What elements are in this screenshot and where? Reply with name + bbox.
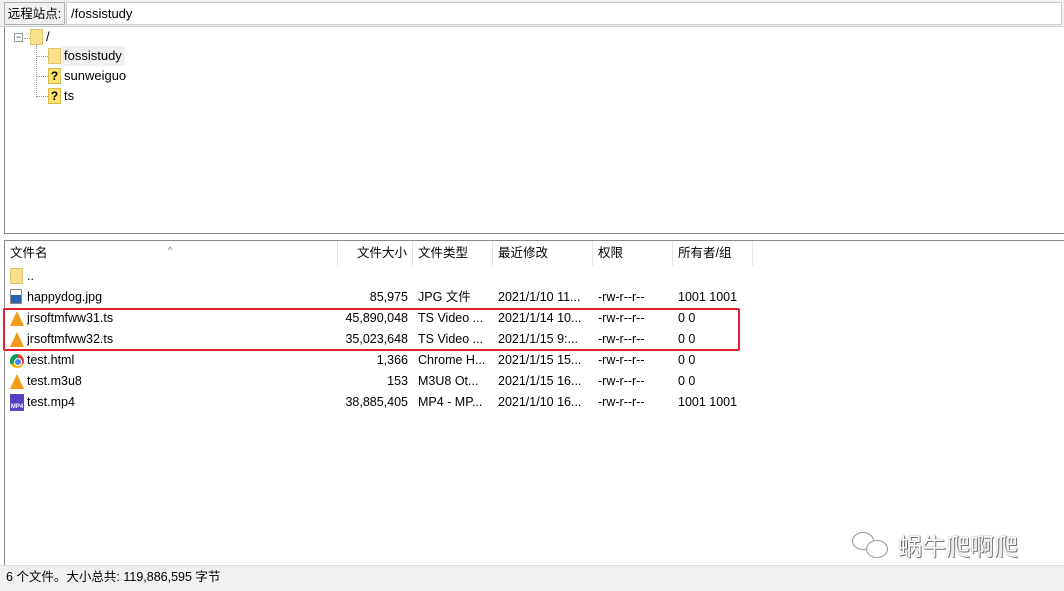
file-type: Chrome H... [418, 353, 486, 367]
column-size[interactable]: 文件大小 [338, 241, 413, 266]
unknown-folder-icon: ? [48, 88, 61, 104]
file-permissions: -rw-r--r-- [598, 290, 645, 304]
tree-node-sunweiguo[interactable]: ? sunweiguo [48, 66, 129, 86]
mp4-icon: MP4 [10, 394, 24, 411]
wechat-icon [852, 531, 890, 558]
watermark: 蜗牛爬啊爬 [852, 527, 1018, 562]
file-modified: 2021/1/15 15... [498, 353, 582, 367]
remote-file-list: 文件名 ^ 文件大小 文件类型 最近修改 权限 所有者/组 .. happydog.… [4, 240, 1064, 565]
folder-icon [30, 29, 43, 45]
unknown-folder-icon: ? [48, 68, 61, 84]
collapse-icon[interactable]: − [14, 33, 23, 42]
file-name: .. [27, 269, 34, 283]
file-permissions: -rw-r--r-- [598, 353, 645, 367]
column-header: 文件名 ^ 文件大小 文件类型 最近修改 权限 所有者/组 [5, 241, 1064, 266]
image-file-icon [10, 289, 22, 304]
file-size: 85,975 [369, 290, 408, 304]
file-name: test.m3u8 [27, 374, 82, 388]
remote-site-label: 远程站点: [4, 2, 65, 25]
file-owner [678, 266, 753, 287]
file-modified: 2021/1/10 16... [498, 395, 582, 409]
file-name: test.html [27, 353, 75, 367]
file-name: happydog.jpg [27, 290, 103, 304]
file-modified: 2021/1/15 16... [498, 374, 582, 388]
remote-directory-tree: − / fossistudy ? sunweiguo ? ts [4, 27, 1064, 234]
file-owner: 1001 1001 [678, 290, 738, 304]
file-permissions: -rw-r--r-- [598, 395, 645, 409]
folder-icon [10, 268, 23, 284]
highlight-box [3, 308, 740, 351]
column-type[interactable]: 文件类型 [413, 241, 493, 266]
file-modified [498, 266, 593, 287]
file-row[interactable]: happydog.jpg 85,975 JPG 文件 2021/1/10 11... -… [5, 287, 1005, 308]
column-name[interactable]: 文件名 ^ [5, 241, 338, 266]
file-permissions [598, 266, 673, 287]
tree-node-fossistudy[interactable]: fossistudy [48, 46, 125, 66]
file-size: 153 [387, 374, 408, 388]
file-row[interactable]: MP4 test.mp4 38,885,405 MP4 - MP... 2021/1/1… [5, 392, 1005, 413]
address-bar: 远程站点: /fossistudy [0, 0, 1064, 27]
column-modified[interactable]: 最近修改 [493, 241, 593, 266]
file-name: test.mp4 [27, 395, 75, 409]
vlc-icon [10, 373, 24, 390]
file-type: MP4 - MP... [418, 395, 483, 409]
sort-ascending-icon: ^ [168, 245, 173, 255]
file-type: JPG 文件 [418, 290, 471, 304]
column-owner[interactable]: 所有者/组 [673, 241, 753, 266]
file-type [418, 266, 493, 287]
file-row[interactable]: test.m3u8 153 M3U8 Ot... 2021/1/15 16... -rw… [5, 371, 1005, 392]
file-modified: 2021/1/10 11... [498, 290, 581, 304]
file-owner: 1001 1001 [678, 395, 738, 409]
file-row[interactable]: .. [5, 266, 1005, 287]
chrome-icon [10, 354, 24, 368]
tree-node-ts[interactable]: ? ts [48, 86, 77, 106]
file-size [338, 266, 408, 287]
file-type: M3U8 Ot... [418, 374, 479, 388]
tree-node-root[interactable]: / [30, 27, 53, 47]
folder-icon [48, 48, 61, 64]
remote-path-input[interactable]: /fossistudy [66, 2, 1062, 25]
column-permissions[interactable]: 权限 [593, 241, 673, 266]
file-owner: 0 0 [678, 374, 696, 388]
file-permissions: -rw-r--r-- [598, 374, 645, 388]
file-size: 38,885,405 [345, 395, 408, 409]
file-owner: 0 0 [678, 353, 696, 367]
status-bar: 6 个文件。大小总共: 119,886,595 字节 [0, 565, 1064, 591]
file-size: 1,366 [376, 353, 408, 367]
file-row[interactable]: test.html 1,366 Chrome H... 2021/1/15 15...… [5, 350, 1005, 371]
